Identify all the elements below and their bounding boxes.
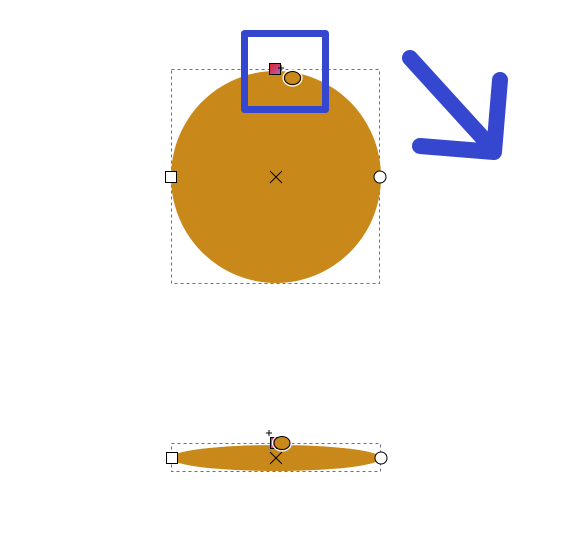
drawing-canvas[interactable] — [0, 0, 578, 555]
square-handle-icon[interactable] — [166, 452, 178, 464]
circle-object-group[interactable] — [165, 63, 387, 284]
ellipse-object-group[interactable] — [166, 430, 388, 472]
circle-handle-icon[interactable] — [374, 451, 388, 465]
canvas-svg — [165, 30, 508, 472]
circle-handle-icon[interactable] — [373, 170, 387, 184]
gradient-end-handle[interactable] — [284, 71, 301, 85]
square-handle-icon[interactable] — [165, 171, 177, 183]
gradient-end-handle[interactable] — [273, 436, 291, 450]
arrow-down-right-icon — [402, 50, 508, 160]
